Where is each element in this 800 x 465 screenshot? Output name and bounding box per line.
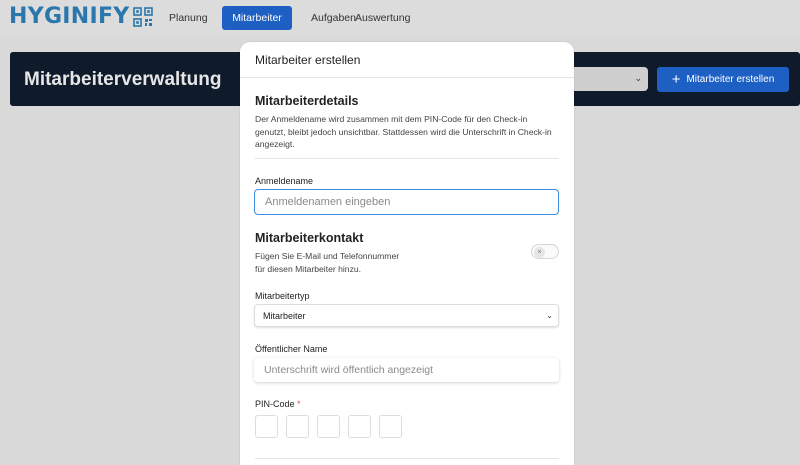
- employee-type-value: Mitarbeiter: [263, 311, 306, 321]
- login-name-label: Anmeldename: [255, 176, 314, 186]
- public-name-label: Öffentlicher Name: [255, 344, 328, 354]
- public-name-input[interactable]: [254, 358, 559, 382]
- divider: [255, 458, 559, 459]
- contact-description-line1: Fügen Sie E-Mail und Telefonnummer: [255, 251, 400, 261]
- page-title: Mitarbeiterverwaltung: [24, 69, 222, 90]
- modal-header: Mitarbeiter erstellen: [240, 42, 574, 78]
- pin-label: PIN-Code *: [255, 399, 301, 409]
- pin-digit-4[interactable]: [348, 415, 371, 438]
- divider: [255, 158, 559, 159]
- pin-digit-5[interactable]: [379, 415, 402, 438]
- chevron-down-icon: ⌄: [634, 73, 642, 83]
- top-navigation: HYGINIFY Planung Mitarbeiter Aufgaben Au…: [0, 0, 800, 36]
- create-employee-button[interactable]: + Mitarbeiter erstellen: [657, 67, 789, 92]
- details-description: Der Anmeldename wird zusammen mit dem PI…: [255, 114, 552, 149]
- nav-item-planung[interactable]: Planung: [161, 6, 216, 30]
- details-heading: Mitarbeiterdetails: [255, 94, 359, 108]
- required-mark: *: [297, 399, 301, 409]
- login-name-input[interactable]: [254, 189, 559, 215]
- logo[interactable]: HYGINIFY: [9, 5, 153, 29]
- employee-type-label: Mitarbeitertyp: [255, 291, 310, 301]
- pin-digit-3[interactable]: [317, 415, 340, 438]
- logo-text: HYGINIFY: [9, 4, 130, 29]
- create-employee-modal: Mitarbeiter erstellen Mitarbeiterdetails…: [240, 42, 574, 465]
- plus-icon: +: [671, 71, 681, 88]
- contact-description-line2: für diesen Mitarbeiter hinzu.: [255, 264, 362, 274]
- pin-digit-1[interactable]: [255, 415, 278, 438]
- contact-toggle[interactable]: ×: [531, 244, 559, 259]
- pin-digit-2[interactable]: [286, 415, 309, 438]
- employee-type-select[interactable]: Mitarbeiter ⌄: [254, 304, 559, 327]
- chevron-down-icon: ⌄: [546, 311, 553, 320]
- close-icon: ×: [534, 246, 545, 258]
- pin-label-text: PIN-Code: [255, 399, 295, 409]
- nav-item-auswertung[interactable]: Auswertung: [347, 6, 418, 30]
- qr-code-icon: [132, 7, 153, 27]
- create-employee-label: Mitarbeiter erstellen: [686, 74, 775, 85]
- nav-item-mitarbeiter[interactable]: Mitarbeiter: [222, 6, 292, 30]
- contact-heading: Mitarbeiterkontakt: [255, 231, 364, 245]
- modal-title: Mitarbeiter erstellen: [255, 53, 361, 67]
